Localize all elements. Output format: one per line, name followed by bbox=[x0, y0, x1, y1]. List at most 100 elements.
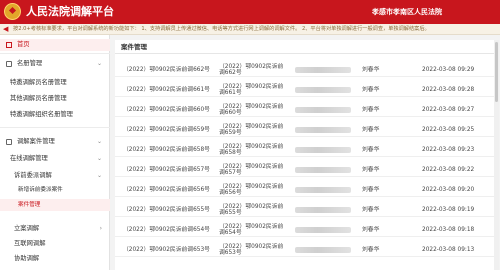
sidebar-item-pre-litigation[interactable]: 诉前委派调解 ⌄ bbox=[0, 170, 110, 182]
sidebar-item-online-mediation[interactable]: 在线调解管理 ⌄ bbox=[0, 153, 110, 165]
sidebar-item-label: 案件管理 bbox=[18, 202, 41, 208]
mediator-name: 刘春华 bbox=[362, 86, 380, 93]
created-time: 2022-03-08 09:22 bbox=[422, 166, 475, 173]
top-bar: 人民法院调解平台 孝感市孝南区人民法院 bbox=[0, 0, 500, 24]
sidebar-item-label: 互联网调解 bbox=[14, 240, 46, 247]
sidebar-divider bbox=[0, 53, 110, 54]
speaker-icon: ◀ bbox=[3, 25, 9, 33]
notice-text: 按2.0+考核标准要求，平台对调解系统的新功能如下： 1、支持调解员上传通过微信… bbox=[13, 26, 430, 32]
sidebar-item-case-management[interactable]: 案件管理 bbox=[0, 199, 110, 211]
person-icon bbox=[6, 61, 12, 67]
sidebar-item-assisted-mediation[interactable]: 协助调解 bbox=[0, 253, 110, 265]
table-row[interactable]: （2022）鄂0902民诉前调658号 （2022）鄂0902民诉前 调658号 … bbox=[115, 143, 495, 157]
sidebar-group-label: 调解案件管理 bbox=[17, 138, 55, 145]
linked-case-number: （2022）鄂0902民诉前 调658号 bbox=[219, 143, 284, 157]
mediator-name: 刘春华 bbox=[362, 206, 380, 213]
redacted-field bbox=[295, 227, 351, 233]
sidebar-group-case-management[interactable]: 调解案件管理 ⌄ bbox=[0, 136, 110, 148]
sidebar-item-label: 特邀调解组织名册管理 bbox=[10, 111, 73, 118]
sidebar: 首页 名册管理 ⌄ 特邀调解员名册管理 其他调解员名册管理 特邀调解组织名册管理… bbox=[0, 35, 110, 270]
sidebar-item-home[interactable]: 首页 bbox=[0, 39, 110, 51]
linked-case-number: （2022）鄂0902民诉前 调659号 bbox=[219, 123, 284, 137]
sidebar-item-label: 立案调解 bbox=[14, 225, 40, 232]
table-row[interactable]: （2022）鄂0902民诉前调653号 （2022）鄂0902民诉前 调653号 … bbox=[115, 243, 495, 257]
mediator-name: 刘春华 bbox=[362, 66, 380, 73]
sidebar-item-filing-mediation[interactable]: 立案调解 › bbox=[0, 223, 110, 235]
created-time: 2022-03-08 09:23 bbox=[422, 146, 475, 153]
linked-case-number: （2022）鄂0902民诉前 调653号 bbox=[219, 243, 284, 257]
mediator-name: 刘春华 bbox=[362, 226, 380, 233]
table-row[interactable]: （2022）鄂0902民诉前调656号 （2022）鄂0902民诉前 调656号 … bbox=[115, 183, 495, 197]
scrollbar[interactable] bbox=[494, 40, 499, 270]
sidebar-item-internet-mediation[interactable]: 互联网调解 bbox=[0, 238, 110, 250]
redacted-field bbox=[295, 67, 351, 73]
redacted-field bbox=[295, 207, 351, 213]
linked-case-number: （2022）鄂0902民诉前 调662号 bbox=[219, 63, 284, 77]
redacted-field bbox=[295, 167, 351, 173]
sidebar-item-label: 其他调解员名册管理 bbox=[10, 95, 67, 102]
redacted-field bbox=[295, 247, 351, 253]
linked-case-number: （2022）鄂0902民诉前 调654号 bbox=[219, 223, 284, 237]
table-row[interactable]: （2022）鄂0902民诉前调655号 （2022）鄂0902民诉前 调655号 … bbox=[115, 203, 495, 217]
created-time: 2022-03-08 09:20 bbox=[422, 186, 475, 193]
linked-case-number: （2022）鄂0902民诉前 调655号 bbox=[219, 203, 284, 217]
sidebar-item-special-mediators[interactable]: 特邀调解员名册管理 bbox=[0, 77, 110, 89]
sidebar-item-label: 首页 bbox=[17, 41, 30, 48]
panel-title: 案件管理 bbox=[121, 43, 147, 51]
home-icon bbox=[6, 42, 12, 48]
mediator-name: 刘春华 bbox=[362, 186, 380, 193]
table-row[interactable]: （2022）鄂0902民诉前调661号 （2022）鄂0902民诉前 调661号 … bbox=[115, 83, 495, 97]
chevron-right-icon: › bbox=[99, 225, 102, 232]
table-row[interactable]: （2022）鄂0902民诉前调662号 （2022）鄂0902民诉前 调662号 … bbox=[115, 63, 495, 77]
created-time: 2022-03-08 09:28 bbox=[422, 86, 475, 93]
redacted-field bbox=[295, 107, 351, 113]
chevron-down-icon: ⌄ bbox=[96, 60, 102, 67]
created-time: 2022-03-08 09:27 bbox=[422, 106, 475, 113]
case-number: （2022）鄂0902民诉前调658号 bbox=[123, 146, 210, 153]
table-row[interactable]: （2022）鄂0902民诉前调654号 （2022）鄂0902民诉前 调654号 … bbox=[115, 223, 495, 237]
case-number: （2022）鄂0902民诉前调655号 bbox=[123, 206, 210, 213]
sidebar-item-mediation-orgs[interactable]: 特邀调解组织名册管理 bbox=[0, 109, 110, 121]
case-list-panel: 案件管理 （2022）鄂0902民诉前调662号 （2022）鄂0902民诉前调… bbox=[115, 40, 495, 270]
created-time: 2022-03-08 09:29 bbox=[422, 66, 475, 73]
created-time: 2022-03-08 09:25 bbox=[422, 126, 475, 133]
created-time: 2022-03-08 09:13 bbox=[422, 246, 475, 253]
redacted-field bbox=[295, 127, 351, 133]
sidebar-item-label: 诉前委派调解 bbox=[14, 172, 52, 179]
sidebar-item-label: 新增诉前委派案件 bbox=[18, 187, 63, 193]
sidebar-divider bbox=[0, 127, 110, 128]
sidebar-group-roster[interactable]: 名册管理 ⌄ bbox=[0, 58, 110, 70]
document-icon bbox=[6, 139, 12, 145]
mediator-name: 刘春华 bbox=[362, 146, 380, 153]
created-time: 2022-03-08 09:18 bbox=[422, 226, 475, 233]
case-number: （2022）鄂0902民诉前调662号 bbox=[123, 66, 210, 73]
mediator-name: 刘春华 bbox=[362, 166, 380, 173]
scrollbar-thumb[interactable] bbox=[495, 42, 498, 102]
sidebar-item-label: 在线调解管理 bbox=[10, 155, 48, 162]
sidebar-group-label: 名册管理 bbox=[17, 60, 43, 67]
table-row[interactable]: （2022）鄂0902民诉前调660号 （2022）鄂0902民诉前 调660号 … bbox=[115, 103, 495, 117]
linked-case-number: （2022）鄂0902民诉前 调661号 bbox=[219, 83, 284, 97]
linked-case-number: （2022）鄂0902民诉前 调660号 bbox=[219, 103, 284, 117]
table-row[interactable]: （2022）鄂0902民诉前调659号 （2022）鄂0902民诉前 调659号 … bbox=[115, 123, 495, 137]
app-title: 人民法院调解平台 bbox=[26, 5, 114, 18]
created-time: 2022-03-08 09:19 bbox=[422, 206, 475, 213]
chevron-down-icon: ⌄ bbox=[96, 172, 102, 179]
court-emblem-icon bbox=[4, 3, 21, 20]
table-row[interactable]: （2022）鄂0902民诉前调657号 （2022）鄂0902民诉前 调657号 … bbox=[115, 163, 495, 177]
sidebar-item-add-pre-litigation-case[interactable]: 新增诉前委派案件 bbox=[0, 184, 110, 196]
case-number: （2022）鄂0902民诉前调654号 bbox=[123, 226, 210, 233]
redacted-field bbox=[295, 187, 351, 193]
case-number: （2022）鄂0902民诉前调653号 bbox=[123, 246, 210, 253]
notice-bar: ◀ 按2.0+考核标准要求，平台对调解系统的新功能如下： 1、支持调解员上传通过… bbox=[0, 24, 500, 35]
sidebar-item-label: 特邀调解员名册管理 bbox=[10, 79, 67, 86]
case-number: （2022）鄂0902民诉前调656号 bbox=[123, 186, 210, 193]
panel-divider bbox=[115, 53, 495, 54]
chevron-down-icon: ⌄ bbox=[96, 138, 102, 145]
case-number: （2022）鄂0902民诉前调659号 bbox=[123, 126, 210, 133]
case-number: （2022）鄂0902民诉前调660号 bbox=[123, 106, 210, 113]
linked-case-number: （2022）鄂0902民诉前 调657号 bbox=[219, 163, 284, 177]
redacted-field bbox=[295, 87, 351, 93]
case-number: （2022）鄂0902民诉前调657号 bbox=[123, 166, 210, 173]
sidebar-item-other-mediators[interactable]: 其他调解员名册管理 bbox=[0, 93, 110, 105]
